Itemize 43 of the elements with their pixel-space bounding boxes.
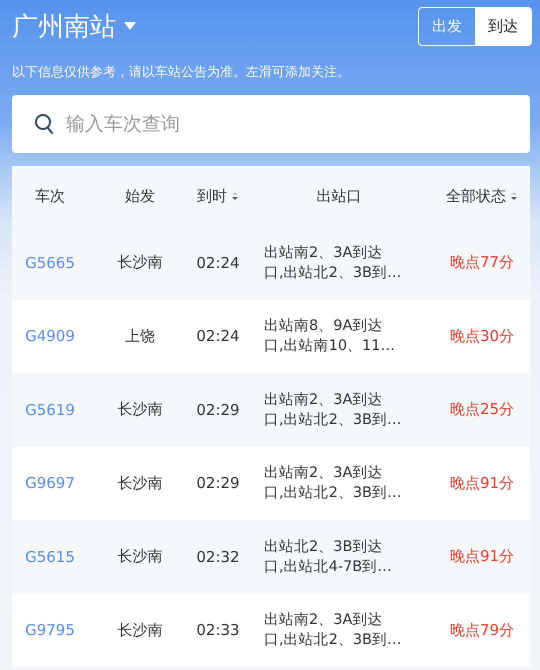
time-cell: 02:24: [196, 254, 240, 272]
sort-icon[interactable]: [510, 190, 518, 202]
status-cell: 晚点25分: [450, 400, 514, 418]
mode-tab[interactable]: 到达: [475, 8, 531, 44]
column-header: 车次: [35, 186, 65, 206]
sort-icon[interactable]: [231, 190, 239, 202]
exit-cell-text: 出站南2、3A到达 口,出站北2、3B到…: [263, 464, 402, 504]
status-cell: 晚点91分: [450, 547, 514, 566]
time-cell: 02:33: [196, 621, 240, 640]
status-cell: 晚点91分: [450, 474, 514, 492]
origin-cell: 长沙南: [118, 474, 162, 492]
status-cell: 晚点79分: [450, 620, 514, 639]
exit-cell-text: 出站北2、3B到达 口,出站北4-7B到…: [263, 538, 392, 577]
column-header[interactable]: 到时: [197, 186, 227, 206]
train-number[interactable]: G5619: [25, 400, 75, 419]
time-cell: 02:32: [196, 548, 240, 566]
train-number[interactable]: G9795: [25, 621, 75, 640]
origin-cell: 长沙南: [118, 547, 162, 566]
exit-cell-text: 出站南2、3A到达 口,出站北2、3B到…: [263, 244, 402, 283]
origin-cell: 长沙南: [118, 253, 162, 272]
time-cell: 02:29: [196, 474, 240, 492]
column-header[interactable]: 全部状态: [446, 186, 506, 206]
column-header: 始发: [125, 186, 155, 206]
train-number[interactable]: G5615: [25, 548, 75, 566]
mode-tab[interactable]: 出发: [419, 8, 475, 44]
station-selector[interactable]: 广州南站: [12, 8, 136, 44]
exit-cell-text: 出站南8、9A到达 口,出站南10、11…: [263, 317, 396, 356]
exit-cell-text: 出站南2、3A到达 口,出站北2、3B到…: [263, 390, 402, 430]
search-field[interactable]: 输入车次查询: [12, 95, 530, 153]
status-cell: 晚点77分: [450, 253, 514, 272]
train-number[interactable]: G5665: [25, 254, 75, 272]
time-cell: 02:24: [196, 327, 240, 346]
train-number[interactable]: G4909: [25, 327, 75, 346]
notice-text: 以下信息仅供参考，请以车站公告为准。左滑可添加关注。: [12, 64, 351, 81]
column-header: 出站口: [316, 186, 362, 206]
origin-cell: 上饶: [125, 326, 155, 345]
caret-icon: [124, 22, 136, 30]
origin-cell: 长沙南: [118, 400, 162, 418]
exit-cell-text: 出站南2、3A到达 口,出站北2、3B到…: [263, 611, 402, 650]
origin-cell: 长沙南: [118, 620, 162, 639]
train-number[interactable]: G9697: [25, 474, 75, 492]
status-cell: 晚点30分: [450, 326, 514, 345]
time-cell: 02:29: [196, 400, 240, 419]
